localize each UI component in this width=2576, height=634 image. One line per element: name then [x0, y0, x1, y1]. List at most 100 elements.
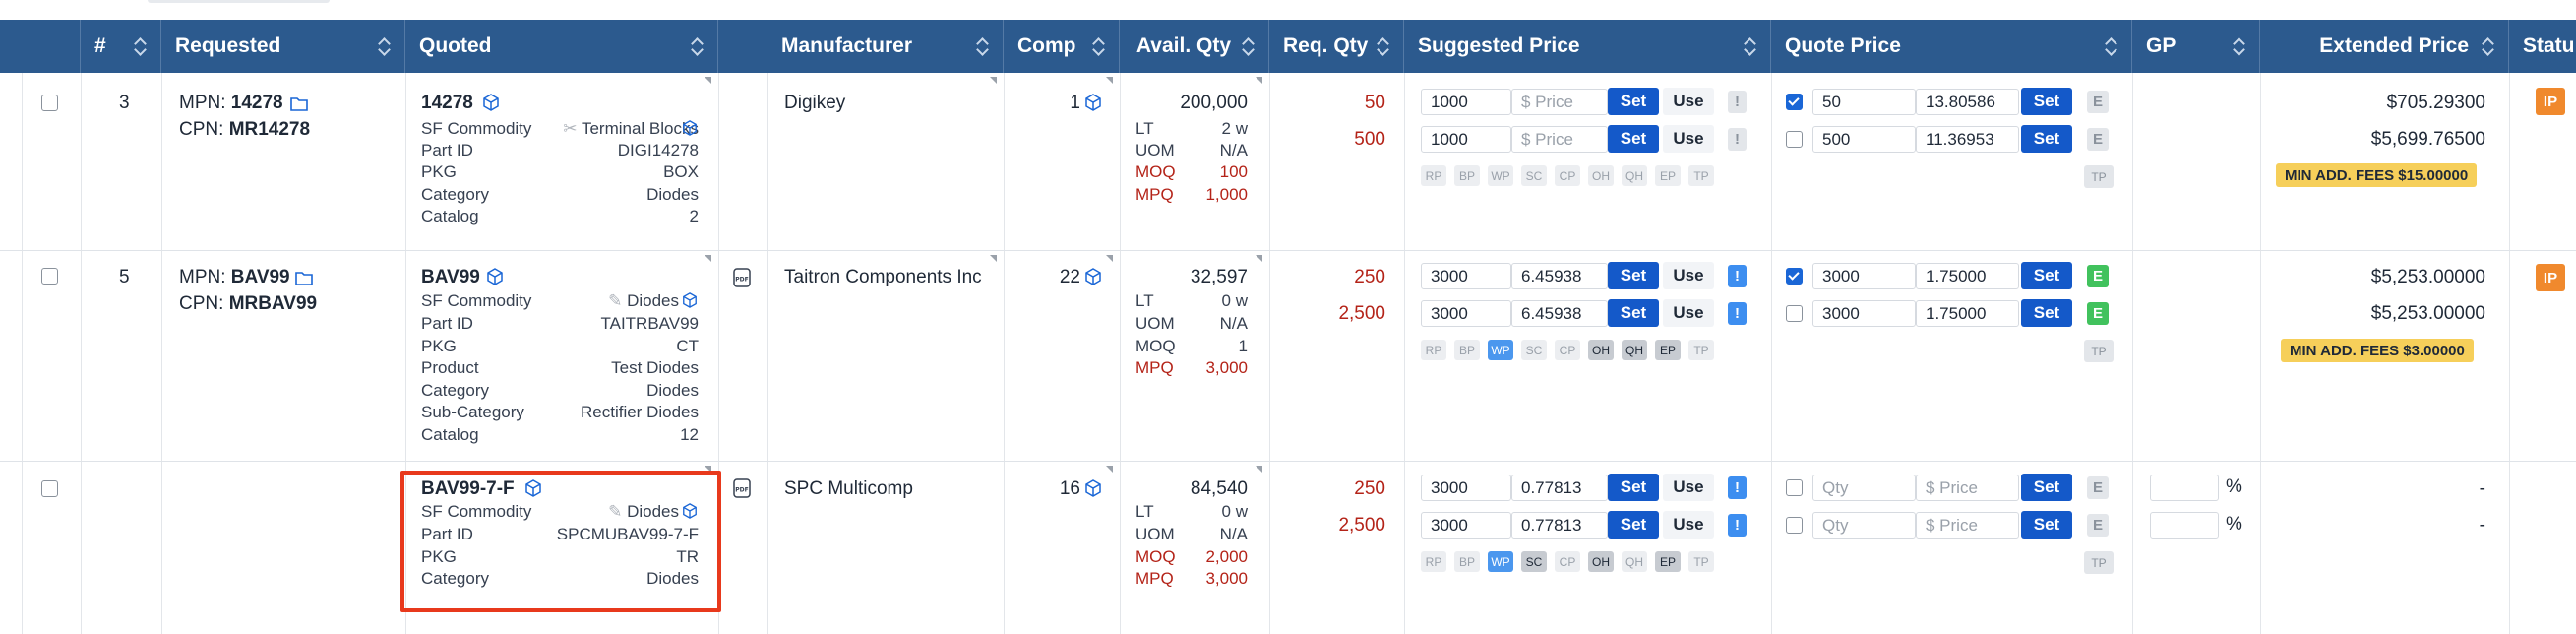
quote-select-checkbox[interactable]	[1786, 268, 1803, 285]
quoted-part-title[interactable]: BAV99	[421, 267, 480, 288]
pdf-icon[interactable]: PDF	[731, 267, 753, 288]
header-status[interactable]: Statu	[2509, 20, 2576, 73]
suggested-price-input[interactable]: 0.77813	[1511, 512, 1608, 539]
tag-bp[interactable]: BP	[1454, 551, 1480, 572]
tag-ep[interactable]: EP	[1655, 340, 1681, 360]
header-quoted[interactable]: Quoted	[405, 20, 718, 73]
quote-price-input[interactable]: 11.36953	[1916, 126, 2019, 153]
tag-oh[interactable]: OH	[1588, 340, 1614, 360]
status-badge[interactable]: IP	[2536, 264, 2565, 291]
use-button[interactable]: Use	[1663, 299, 1714, 327]
use-button[interactable]: Use	[1663, 474, 1714, 501]
e-badge[interactable]: E	[2087, 128, 2109, 151]
quote-price-input[interactable]: 13.80586	[1916, 89, 2019, 115]
tp-badge[interactable]: TP	[2084, 551, 2114, 574]
suggested-price-input[interactable]: 6.45938	[1511, 300, 1608, 327]
tp-badge[interactable]: TP	[2084, 165, 2114, 188]
suggested-qty-input[interactable]: 1000	[1421, 126, 1511, 153]
folder-icon[interactable]	[290, 95, 308, 111]
use-button[interactable]: Use	[1663, 262, 1714, 289]
folder-icon[interactable]	[295, 270, 313, 285]
set-button[interactable]: Set	[1608, 299, 1659, 327]
sort-icon[interactable]	[377, 36, 391, 56]
quote-price-input[interactable]: $ Price	[1916, 512, 2019, 539]
sort-icon[interactable]	[2481, 36, 2494, 56]
alert-badge[interactable]: !	[1728, 91, 1747, 113]
tag-rp[interactable]: RP	[1421, 551, 1446, 572]
header-avail-qty[interactable]: Avail. Qty	[1120, 20, 1269, 73]
set-button[interactable]: Set	[1608, 474, 1659, 501]
suggested-qty-input[interactable]: 3000	[1421, 512, 1511, 539]
quote-price-input[interactable]: 1.75000	[1916, 263, 2019, 289]
tag-sc[interactable]: SC	[1521, 340, 1547, 360]
set-button[interactable]: Set	[2021, 299, 2072, 327]
suggested-qty-input[interactable]: 3000	[1421, 475, 1511, 501]
quote-select-checkbox[interactable]	[1786, 479, 1803, 496]
e-badge[interactable]: E	[2087, 91, 2109, 113]
suggested-price-input[interactable]: 6.45938	[1511, 263, 1608, 289]
row-select-checkbox[interactable]	[41, 95, 58, 111]
set-button[interactable]: Set	[2021, 474, 2072, 501]
header-extended-price[interactable]: Extended Price	[2260, 20, 2509, 73]
alert-badge[interactable]: !	[1728, 128, 1747, 151]
set-button[interactable]: Set	[1608, 511, 1659, 539]
tag-wp[interactable]: WP	[1488, 551, 1513, 572]
sort-icon[interactable]	[1743, 36, 1756, 56]
tag-tp[interactable]: TP	[1688, 340, 1714, 360]
header-comp[interactable]: Comp	[1004, 20, 1120, 73]
sort-icon[interactable]	[2232, 36, 2245, 56]
sort-icon[interactable]	[690, 36, 704, 56]
alert-badge[interactable]: !	[1728, 302, 1747, 325]
quote-select-checkbox[interactable]	[1786, 94, 1803, 110]
quote-price-input[interactable]: 1.75000	[1916, 300, 2019, 327]
tag-bp[interactable]: BP	[1454, 340, 1480, 360]
cube-icon[interactable]	[482, 94, 500, 111]
use-button[interactable]: Use	[1663, 88, 1714, 115]
tag-tp[interactable]: TP	[1688, 551, 1714, 572]
quote-select-checkbox[interactable]	[1786, 517, 1803, 534]
header-suggested-price[interactable]: Suggested Price	[1404, 20, 1771, 73]
quote-qty-input[interactable]: Qty	[1812, 512, 1916, 539]
set-button[interactable]: Set	[2021, 511, 2072, 539]
header-num[interactable]: #	[81, 20, 161, 73]
tag-oh[interactable]: OH	[1588, 165, 1614, 186]
row-select-checkbox[interactable]	[41, 480, 58, 497]
sort-icon[interactable]	[975, 36, 989, 56]
quoted-part-title[interactable]: 14278	[421, 93, 473, 114]
tag-cp[interactable]: CP	[1555, 551, 1580, 572]
top-tab-stub[interactable]	[148, 0, 330, 3]
quote-select-checkbox[interactable]	[1786, 131, 1803, 148]
use-button[interactable]: Use	[1663, 125, 1714, 153]
gp-input[interactable]	[2150, 475, 2219, 501]
tag-wp[interactable]: WP	[1488, 165, 1513, 186]
tag-rp[interactable]: RP	[1421, 340, 1446, 360]
alert-badge[interactable]: !	[1728, 265, 1747, 287]
use-button[interactable]: Use	[1663, 511, 1714, 539]
suggested-price-input[interactable]: $ Price	[1511, 126, 1608, 153]
header-requested[interactable]: Requested	[161, 20, 405, 73]
row-select-checkbox[interactable]	[41, 268, 58, 285]
sort-icon[interactable]	[133, 36, 147, 56]
e-badge[interactable]: E	[2087, 302, 2109, 325]
quote-qty-input[interactable]: Qty	[1812, 475, 1916, 501]
cube-icon[interactable]	[1084, 268, 1102, 285]
tag-sc[interactable]: SC	[1521, 165, 1547, 186]
cube-icon[interactable]	[486, 268, 504, 285]
cube-icon[interactable]	[1084, 479, 1102, 497]
tag-tp[interactable]: TP	[1688, 165, 1714, 186]
pdf-icon[interactable]: PDF	[731, 477, 753, 499]
header-req-qty[interactable]: Req. Qty	[1269, 20, 1404, 73]
quote-select-checkbox[interactable]	[1786, 305, 1803, 322]
sort-icon[interactable]	[1241, 36, 1255, 56]
suggested-qty-input[interactable]: 1000	[1421, 89, 1511, 115]
gp-input[interactable]	[2150, 512, 2219, 539]
tag-qh[interactable]: QH	[1622, 340, 1647, 360]
set-button[interactable]: Set	[1608, 262, 1659, 289]
sort-icon[interactable]	[2104, 36, 2117, 56]
set-button[interactable]: Set	[2021, 88, 2072, 115]
tag-bp[interactable]: BP	[1454, 165, 1480, 186]
status-badge[interactable]: IP	[2536, 88, 2565, 115]
e-badge[interactable]: E	[2087, 265, 2109, 287]
alert-badge[interactable]: !	[1728, 476, 1747, 499]
e-badge[interactable]: E	[2087, 476, 2109, 499]
